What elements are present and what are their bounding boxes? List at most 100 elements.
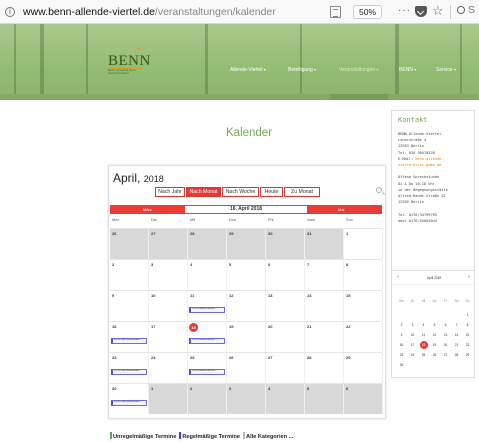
calendar-day-cell[interactable]: 24 xyxy=(149,353,188,383)
mini-day[interactable]: 21 xyxy=(451,341,462,350)
mini-day[interactable]: 13 xyxy=(440,331,451,340)
calendar-day-cell[interactable]: 25 14:00 Bewohnertreff ... xyxy=(188,353,227,383)
nav-item-beteiligung[interactable]: Beteiligung xyxy=(288,67,316,73)
calendar-day-cell[interactable]: 3 xyxy=(227,384,266,414)
mini-day[interactable]: 4 xyxy=(418,321,429,330)
calendar-day-cell[interactable]: 20 xyxy=(266,322,305,352)
mini-day[interactable]: 29 xyxy=(462,351,473,360)
calendar-day-cell[interactable]: 12 xyxy=(227,291,266,321)
mini-day[interactable]: 23 xyxy=(396,351,407,360)
mini-day[interactable]: 3 xyxy=(407,321,418,330)
calendar-event[interactable]: 15:00 Nachbarschafts ... xyxy=(111,400,147,406)
calendar-day-cell[interactable]: 30 15:00 Nachbarschafts ... xyxy=(110,384,149,414)
calendar-day-cell[interactable]: 10 xyxy=(149,291,188,321)
calendar-day-cell[interactable]: 17 xyxy=(149,322,188,352)
mini-next-arrow-icon[interactable]: › xyxy=(468,274,470,280)
mini-day[interactable]: 19 xyxy=(429,341,440,350)
calendar-day-cell[interactable]: 7 xyxy=(305,260,344,290)
mini-day[interactable]: 17 xyxy=(407,341,418,350)
calendar-day-cell[interactable]: 21 xyxy=(305,322,344,352)
mini-day[interactable]: 16 xyxy=(396,341,407,350)
mini-day[interactable]: 25 xyxy=(418,351,429,360)
legend-item[interactable]: Unregelmäßige Termine xyxy=(113,434,176,440)
calendar-day-cell[interactable]: 30 xyxy=(266,229,305,259)
calendar-day-cell[interactable]: 15 xyxy=(344,291,383,321)
email-link[interactable]: benn-allende- xyxy=(415,157,443,161)
calendar-day-cell[interactable]: 26 xyxy=(227,353,266,383)
calendar-day-cell[interactable]: 22 xyxy=(344,322,383,352)
calendar-event[interactable]: 15:00 Nachbarschafts ... xyxy=(111,369,147,375)
mini-day[interactable]: 22 xyxy=(462,341,473,350)
calendar-day-cell[interactable]: 28 xyxy=(305,353,344,383)
nav-item-benn[interactable]: BENN xyxy=(399,67,416,73)
calendar-event[interactable]: 14:00 Bewohnertreff ... xyxy=(189,338,225,344)
legend-item[interactable]: Regelmäßige Termine xyxy=(182,434,240,440)
page-actions-icon[interactable]: ··· xyxy=(398,5,411,16)
mini-day[interactable]: 27 xyxy=(440,351,451,360)
calendar-day-cell[interactable]: 2 xyxy=(188,384,227,414)
calendar-day-cell[interactable]: 1 xyxy=(344,229,383,259)
nav-item-veranstaltungen[interactable]: Veranstaltungen xyxy=(339,67,378,73)
calendar-event[interactable]: 14:00 Bewohnertreff ... xyxy=(189,369,225,375)
view-year-button[interactable]: Nach Jahr xyxy=(155,187,185,197)
mini-day[interactable]: 8 xyxy=(462,321,473,330)
calendar-day-cell[interactable]: 23 15:00 Nachbarschafts ... xyxy=(110,353,149,383)
mini-day[interactable]: 9 xyxy=(396,331,407,340)
calendar-day-cell[interactable]: 26 xyxy=(110,229,149,259)
mini-day[interactable]: 12 xyxy=(429,331,440,340)
calendar-day-cell[interactable]: 1 xyxy=(149,384,188,414)
view-today-button[interactable]: Heute xyxy=(260,187,283,197)
mini-day[interactable]: 15 xyxy=(462,331,473,340)
calendar-day-cell[interactable]: 27 xyxy=(149,229,188,259)
calendar-day-cell[interactable]: 14 xyxy=(305,291,344,321)
calendar-day-cell[interactable]: 9 xyxy=(110,291,149,321)
calendar-day-cell[interactable]: 27 xyxy=(266,353,305,383)
calendar-day-cell[interactable]: 6 xyxy=(266,260,305,290)
info-icon[interactable]: i xyxy=(5,6,15,17)
calendar-day-cell[interactable]: 2 xyxy=(110,260,149,290)
email-link[interactable]: viertel@list-gmbh.de xyxy=(398,163,441,167)
calendar-day-cell[interactable]: 29 xyxy=(344,353,383,383)
view-month-button[interactable]: Nach Monat xyxy=(186,187,221,197)
mini-day[interactable]: 18 xyxy=(418,341,429,350)
bookmark-star-icon[interactable]: ☆ xyxy=(432,3,444,19)
pocket-icon[interactable] xyxy=(415,6,427,17)
mini-day[interactable]: 30 xyxy=(396,361,407,370)
calendar-event[interactable]: 15:00 Nachbarschafts ... xyxy=(111,338,147,344)
calendar-day-cell[interactable]: 4 xyxy=(266,384,305,414)
calendar-day-cell[interactable]: 8 xyxy=(344,260,383,290)
mini-day[interactable]: 28 xyxy=(451,351,462,360)
mini-day[interactable]: 26 xyxy=(429,351,440,360)
calendar-day-cell[interactable]: 11 14:00 Bewohnertreff ... xyxy=(188,291,227,321)
calendar-day-cell[interactable]: 28 xyxy=(188,229,227,259)
calendar-day-cell[interactable]: 16 15:00 Nachbarschafts ... xyxy=(110,322,149,352)
prev-month-button[interactable]: März xyxy=(143,205,152,214)
calendar-day-cell[interactable]: 29 xyxy=(227,229,266,259)
mini-day[interactable]: 11 xyxy=(418,331,429,340)
mini-day[interactable]: 7 xyxy=(451,321,462,330)
nav-item-service[interactable]: Service xyxy=(436,67,456,73)
zoom-indicator[interactable]: 50% xyxy=(353,5,383,19)
calendar-event[interactable]: 14:00 Bewohnertreff ... xyxy=(189,307,225,313)
calendar-day-cell[interactable]: 4 xyxy=(188,260,227,290)
url-field[interactable]: www.benn-allende-viertel.de/veranstaltun… xyxy=(23,6,276,18)
reader-view-icon[interactable] xyxy=(330,6,341,18)
mini-day[interactable]: 10 xyxy=(407,331,418,340)
legend-item[interactable]: Alle Kategorien ... xyxy=(246,434,293,440)
calendar-day-cell[interactable]: 5 xyxy=(305,384,344,414)
mini-day[interactable]: 2 xyxy=(396,321,407,330)
calendar-day-cell[interactable]: 5 xyxy=(227,260,266,290)
calendar-day-cell[interactable]: 18 14:00 Bewohnertreff ... xyxy=(188,322,227,352)
next-month-button[interactable]: Mai xyxy=(338,205,344,214)
nav-item-allende-viertel[interactable]: Allende-Viertel xyxy=(230,67,266,73)
mini-day[interactable]: 5 xyxy=(429,321,440,330)
calendar-day-cell[interactable]: 6 xyxy=(344,384,383,414)
calendar-day-cell[interactable]: 13 xyxy=(266,291,305,321)
calendar-day-cell[interactable]: 31 xyxy=(305,229,344,259)
calendar-day-cell[interactable]: 19 xyxy=(227,322,266,352)
mini-day[interactable]: 14 xyxy=(451,331,462,340)
search-icon[interactable] xyxy=(376,187,382,193)
mini-day[interactable]: 1 xyxy=(462,311,473,320)
mini-day[interactable]: 6 xyxy=(440,321,451,330)
calendar-day-cell[interactable]: 3 xyxy=(149,260,188,290)
